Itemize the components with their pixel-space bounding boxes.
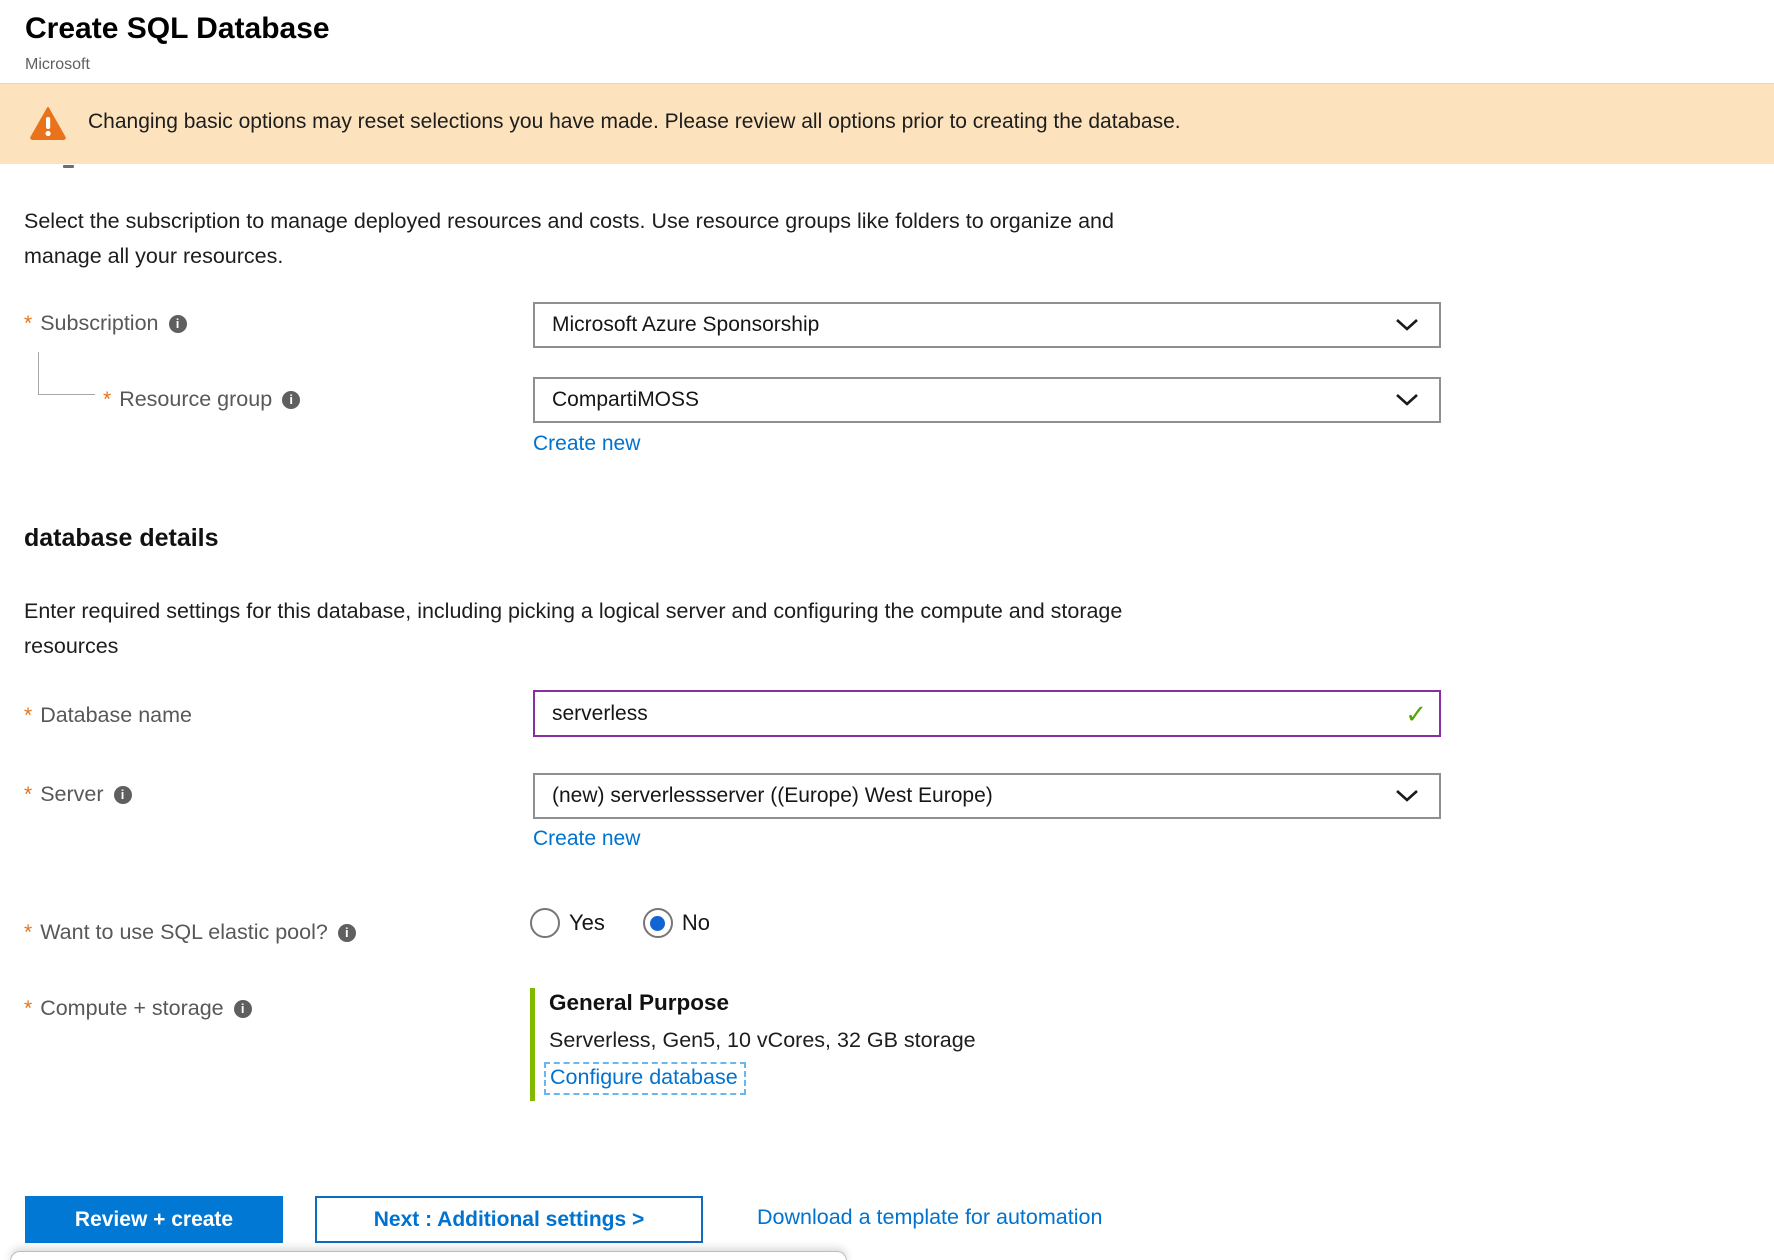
radio-no-label: No [682,910,710,936]
server-value: (new) serverlessserver ((Europe) West Eu… [552,784,993,808]
compute-tier-card: General Purpose Serverless, Gen5, 10 vCo… [530,988,976,1101]
server-label: * Server i [24,782,132,807]
info-icon[interactable]: i [234,1000,252,1018]
intro-text: Select the subscription to manage deploy… [24,204,1114,274]
radio-yes-label: Yes [569,910,605,936]
bottom-panel-edge [10,1251,847,1260]
radio-circle-selected[interactable] [643,908,673,938]
page-header: Create SQL Database Microsoft [0,0,1774,84]
create-new-resource-group-link[interactable]: Create new [533,432,640,456]
intro-line-1: Select the subscription to manage deploy… [24,204,1114,239]
download-template-link[interactable]: Download a template for automation [757,1205,1102,1230]
subscription-value: Microsoft Azure Sponsorship [552,313,819,337]
info-icon[interactable]: i [114,786,132,804]
resource-group-dropdown[interactable]: CompartiMOSS [533,377,1441,423]
required-asterisk: * [24,312,32,336]
description-line-1: Enter required settings for this databas… [24,594,1122,629]
valid-check-icon: ✓ [1405,699,1427,730]
radio-circle-unselected[interactable] [530,908,560,938]
required-asterisk: * [103,388,111,412]
tree-connector-horizontal [38,394,95,395]
review-create-button[interactable]: Review + create [25,1196,283,1243]
create-new-server-link[interactable]: Create new [533,827,640,851]
compute-storage-label: * Compute + storage i [24,996,252,1021]
info-icon[interactable]: i [338,924,356,942]
subscription-label: * Subscription i [24,311,187,336]
chevron-down-icon [1395,789,1419,803]
tier-detail: Serverless, Gen5, 10 vCores, 32 GB stora… [549,1028,976,1053]
chevron-down-icon [1395,318,1419,332]
tier-name: General Purpose [549,990,976,1016]
elastic-pool-label: * Want to use SQL elastic pool? i [24,920,356,945]
database-name-field: ✓ [533,690,1441,737]
required-asterisk: * [24,921,32,945]
warning-icon [30,107,66,140]
radio-no[interactable]: No [643,908,710,938]
database-details-description: Enter required settings for this databas… [24,594,1122,664]
subscription-dropdown[interactable]: Microsoft Azure Sponsorship [533,302,1441,348]
tree-connector-vertical [38,352,39,395]
required-asterisk: * [24,704,32,728]
next-additional-settings-button[interactable]: Next : Additional settings > [315,1196,703,1243]
intro-line-2: manage all your resources. [24,239,1114,274]
warning-banner: Changing basic options may reset selecti… [0,84,1774,164]
resource-group-label: * Resource group i [103,387,300,412]
database-details-heading: database details [24,524,219,553]
chevron-down-icon [1395,393,1419,407]
info-icon[interactable]: i [169,315,187,333]
info-icon[interactable]: i [282,391,300,409]
required-asterisk: * [24,783,32,807]
database-name-label: * Database name [24,703,192,728]
resource-group-value: CompartiMOSS [552,388,699,412]
description-line-2: resources [24,629,1122,664]
create-sql-database-page: Create SQL Database Microsoft Changing b… [0,0,1774,1260]
elastic-pool-radio-group: Yes No [530,908,748,938]
page-title: Create SQL Database [25,12,330,46]
database-name-input[interactable] [533,690,1441,737]
configure-database-link[interactable]: Configure database [544,1062,746,1095]
clipped-element-artifact [63,165,74,168]
required-asterisk: * [24,997,32,1021]
radio-yes[interactable]: Yes [530,908,605,938]
warning-message: Changing basic options may reset selecti… [88,110,1181,134]
server-dropdown[interactable]: (new) serverlessserver ((Europe) West Eu… [533,773,1441,819]
publisher-label: Microsoft [25,56,90,74]
